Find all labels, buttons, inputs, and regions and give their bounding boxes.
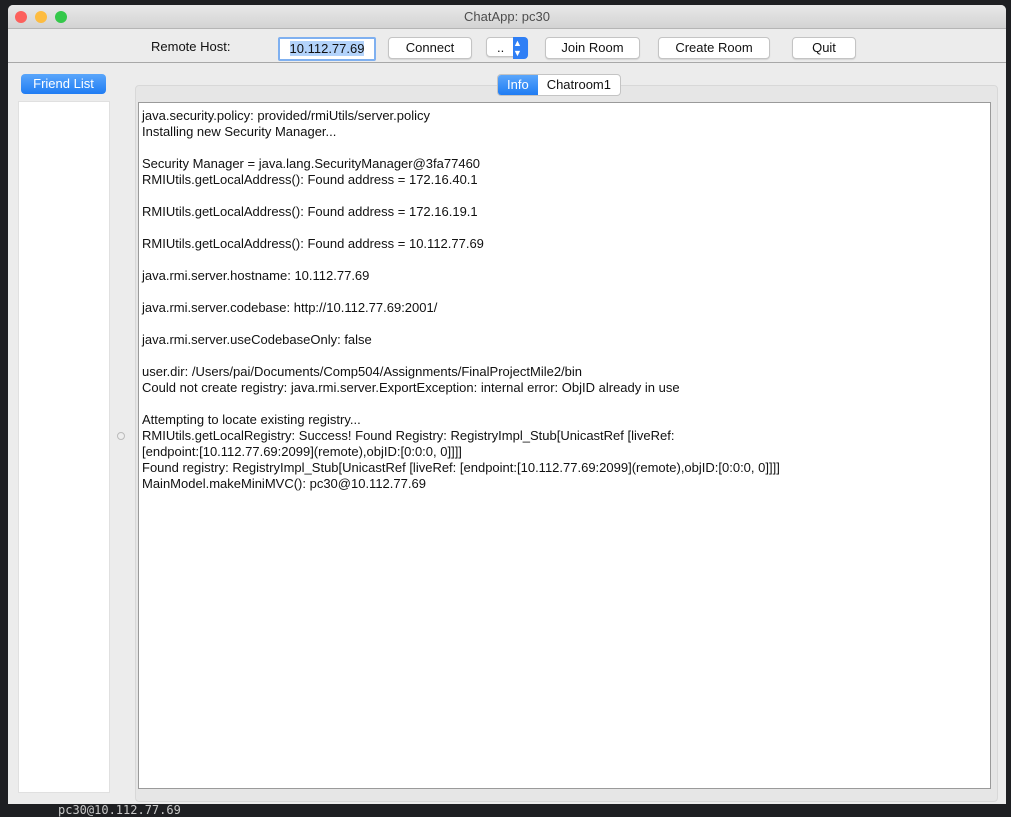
- remote-host-input[interactable]: 10.112.77.69: [278, 37, 376, 61]
- log-line: java.rmi.server.hostname: 10.112.77.69: [142, 268, 370, 283]
- chevron-updown-icon: ▲ ▼: [513, 37, 528, 59]
- join-room-button[interactable]: Join Room: [545, 37, 640, 59]
- toolbar: Remote Host: 10.112.77.69 Connect .. ▲ ▼ J…: [8, 29, 1006, 63]
- log-line: Security Manager = java.lang.SecurityMan…: [142, 156, 481, 171]
- minimize-window-button[interactable]: [35, 11, 47, 23]
- log-line: java.rmi.server.useCodebaseOnly: false: [142, 332, 372, 347]
- log-line: user.dir: /Users/pai/Documents/Comp504/A…: [142, 364, 583, 379]
- log-line: java.security.policy: provided/rmiUtils/…: [142, 108, 431, 123]
- tab-bar: Info Chatroom1: [497, 74, 621, 96]
- log-line: RMIUtils.getLocalAddress(): Found addres…: [142, 172, 478, 187]
- tab-chatroom1[interactable]: Chatroom1: [538, 75, 620, 95]
- window-title: ChatApp: pc30: [463, 9, 550, 24]
- connect-button[interactable]: Connect: [388, 37, 472, 59]
- log-line: [endpoint:[10.112.77.69:2099](remote),ob…: [142, 444, 462, 459]
- friend-list[interactable]: [18, 101, 110, 793]
- log-line: Found registry: RegistryImpl_Stub[Unicas…: [142, 460, 780, 475]
- quit-button[interactable]: Quit: [792, 37, 856, 59]
- log-line: Could not create registry: java.rmi.serv…: [142, 380, 680, 395]
- friend-list-button[interactable]: Friend List: [21, 74, 106, 94]
- room-select[interactable]: .. ▲ ▼: [486, 37, 528, 59]
- log-line: RMIUtils.getLocalAddress(): Found addres…: [142, 236, 484, 251]
- log-line: Installing new Security Manager...: [142, 124, 337, 139]
- log-line: MainModel.makeMiniMVC(): pc30@10.112.77.…: [142, 476, 426, 491]
- close-window-button[interactable]: [15, 11, 27, 23]
- log-line: Attempting to locate existing registry..…: [142, 412, 361, 427]
- background-terminal-text: pc30@10.112.77.69: [58, 803, 181, 817]
- log-line: java.rmi.server.codebase: http://10.112.…: [142, 300, 438, 315]
- title-bar: ChatApp: pc30: [8, 5, 1006, 29]
- create-room-button[interactable]: Create Room: [658, 37, 770, 59]
- remote-host-value: 10.112.77.69: [289, 41, 365, 56]
- remote-host-label: Remote Host:: [151, 39, 231, 54]
- log-line: RMIUtils.getLocalRegistry: Success! Foun…: [142, 428, 675, 443]
- tab-info[interactable]: Info: [498, 75, 538, 95]
- split-pane-divider-handle[interactable]: [117, 432, 125, 440]
- chatapp-window: ChatApp: pc30 Remote Host: 10.112.77.69 …: [8, 5, 1006, 804]
- log-line: RMIUtils.getLocalAddress(): Found addres…: [142, 204, 478, 219]
- zoom-window-button[interactable]: [55, 11, 67, 23]
- room-select-value: ..: [497, 40, 505, 55]
- info-log-textarea[interactable]: java.security.policy: provided/rmiUtils/…: [138, 102, 991, 789]
